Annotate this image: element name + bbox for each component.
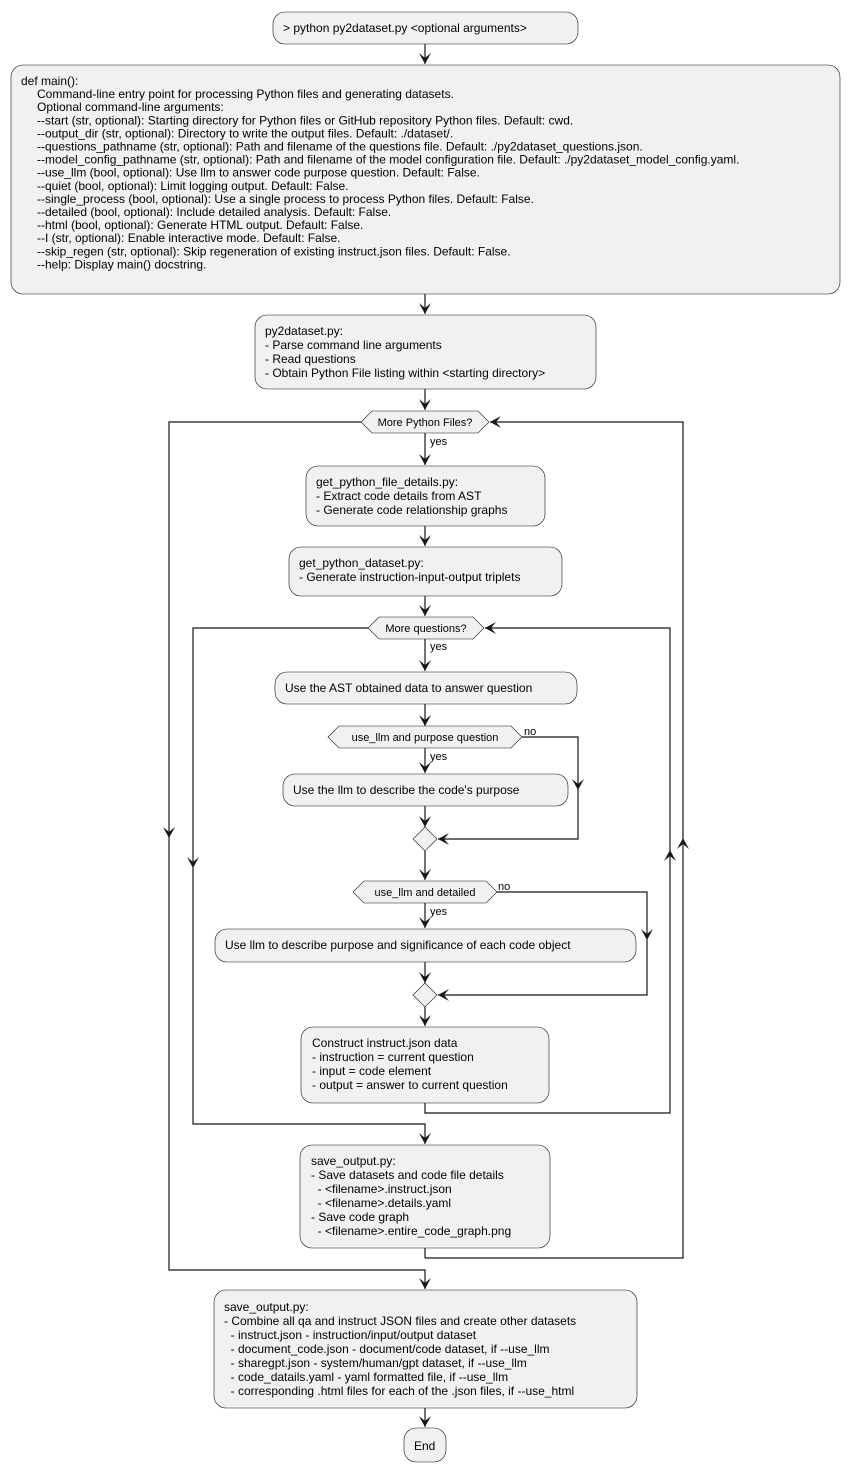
node-text-line: - document_code.json - document/code dat… [224, 1342, 550, 1356]
node-text-line: Command-line entry point for processing … [37, 87, 454, 101]
node-text-line: - <filename>.instruct.json [311, 1182, 452, 1196]
node-text-line: - Generate instruction-input-output trip… [299, 570, 520, 584]
node-llm-detailed: Use llm to describe purpose and signific… [214, 928, 637, 963]
node-construct: Construct instruct.json data- instructio… [300, 1026, 550, 1104]
node-ast-answer: Use the AST obtained data to answer ques… [274, 671, 578, 705]
node-text-line: --I (str, optional): Enable interactive … [37, 231, 340, 245]
node-end: End [403, 1427, 447, 1463]
node-text-line: > python py2dataset.py <optional argumen… [283, 21, 527, 35]
node-text-line: --detailed (bool, optional): Include det… [37, 205, 391, 219]
decision-more-questions: More questions? yes [367, 616, 485, 653]
node-text-line: - instruct.json - instruction/input/outp… [224, 1328, 477, 1342]
node-text-line: --output_dir (str, optional): Directory … [37, 126, 453, 140]
node-text-line: End [414, 1439, 435, 1453]
node-text-line: --use_llm (bool, optional): Use llm to a… [37, 166, 480, 180]
node-text-line: save_output.py: [224, 1300, 309, 1314]
node-save2: save_output.py:- Combine all qa and inst… [213, 1289, 638, 1409]
no-label: no [524, 726, 536, 738]
node-start: > python py2dataset.py <optional argumen… [272, 11, 579, 45]
node-text-line: --quiet (bool, optional): Limit logging … [37, 179, 349, 193]
node-text-line: - input = code element [312, 1064, 432, 1078]
node-text-line: - Save code graph [311, 1210, 409, 1224]
yes-label: yes [430, 906, 448, 918]
decision-label: use_llm and detailed [375, 887, 476, 899]
node-text-line: - Read questions [265, 352, 356, 366]
node-text-line: - Obtain Python File listing within <sta… [265, 366, 545, 380]
node-dataset: get_python_dataset.py:- Generate instruc… [288, 546, 563, 597]
node-save1: save_output.py:- Save datasets and code … [299, 1144, 551, 1249]
decision-detailed: use_llm and detailed yes no [352, 880, 510, 918]
node-text-line: Use llm to describe purpose and signific… [225, 938, 571, 952]
node-text-line: save_output.py: [311, 1154, 396, 1168]
merge-diamond [412, 826, 438, 852]
node-text-line: --help: Display main() docstring. [37, 257, 206, 271]
yes-label: yes [430, 436, 448, 448]
flowchart: > python py2dataset.py <optional argumen… [10, 11, 841, 1463]
node-text-line: - <filename>.entire_code_graph.png [311, 1224, 511, 1238]
decision-label: use_llm and purpose question [352, 732, 499, 744]
node-text-line: - <filename>.details.yaml [311, 1196, 451, 1210]
node-text-line: - Save datasets and code file details [311, 1168, 504, 1182]
decision-purpose: use_llm and purpose question yes no [327, 725, 536, 763]
node-text-line: - corresponding .html files for each of … [224, 1384, 574, 1398]
node-text-line: Use the llm to describe the code's purpo… [293, 783, 520, 797]
node-text-line: --model_config_pathname (str, optional):… [37, 153, 739, 167]
node-text-line: - sharegpt.json - system/human/gpt datas… [224, 1356, 527, 1370]
node-details: get_python_file_details.py:- Extract cod… [305, 465, 546, 527]
node-text-line: Construct instruct.json data [312, 1036, 458, 1050]
node-text-line: - code_datails.yaml - yaml formatted fil… [224, 1370, 508, 1384]
node-text-line: --questions_pathname (str, optional): Pa… [37, 140, 643, 154]
node-text-line: --single_process (bool, optional): Use a… [37, 192, 534, 206]
node-text-line: - Parse command line arguments [265, 338, 442, 352]
yes-label: yes [430, 641, 448, 653]
node-text-line: - instruction = current question [312, 1050, 474, 1064]
node-text-line: - Combine all qa and instruct JSON files… [224, 1314, 576, 1328]
node-text-line: --html (bool, optional): Generate HTML o… [37, 218, 363, 232]
node-text-line: - Generate code relationship graphs [316, 503, 507, 517]
yes-label: yes [430, 751, 448, 763]
node-llm-purpose: Use the llm to describe the code's purpo… [282, 773, 569, 807]
node-text-line: Optional command-line arguments: [37, 100, 224, 114]
node-main: def main():Command-line entry point for … [10, 64, 841, 295]
node-text-line: --skip_regen (str, optional): Skip regen… [37, 244, 511, 258]
node-text-line: py2dataset.py: [265, 324, 343, 338]
no-label: no [498, 881, 510, 893]
merge-diamond [412, 982, 438, 1008]
decision-label: More Python Files? [378, 417, 473, 429]
node-text-line: get_python_file_details.py: [316, 475, 458, 489]
node-text-line: - output = answer to current question [312, 1078, 508, 1092]
node-text-line: - Extract code details from AST [316, 489, 482, 503]
decision-label: More questions? [385, 623, 466, 635]
node-text-line: def main(): [21, 74, 78, 88]
node-parse: py2dataset.py:- Parse command line argum… [254, 314, 597, 390]
node-text-line: Use the AST obtained data to answer ques… [285, 681, 532, 695]
node-text-line: get_python_dataset.py: [299, 556, 424, 570]
node-text-line: --start (str, optional): Starting direct… [37, 113, 573, 127]
